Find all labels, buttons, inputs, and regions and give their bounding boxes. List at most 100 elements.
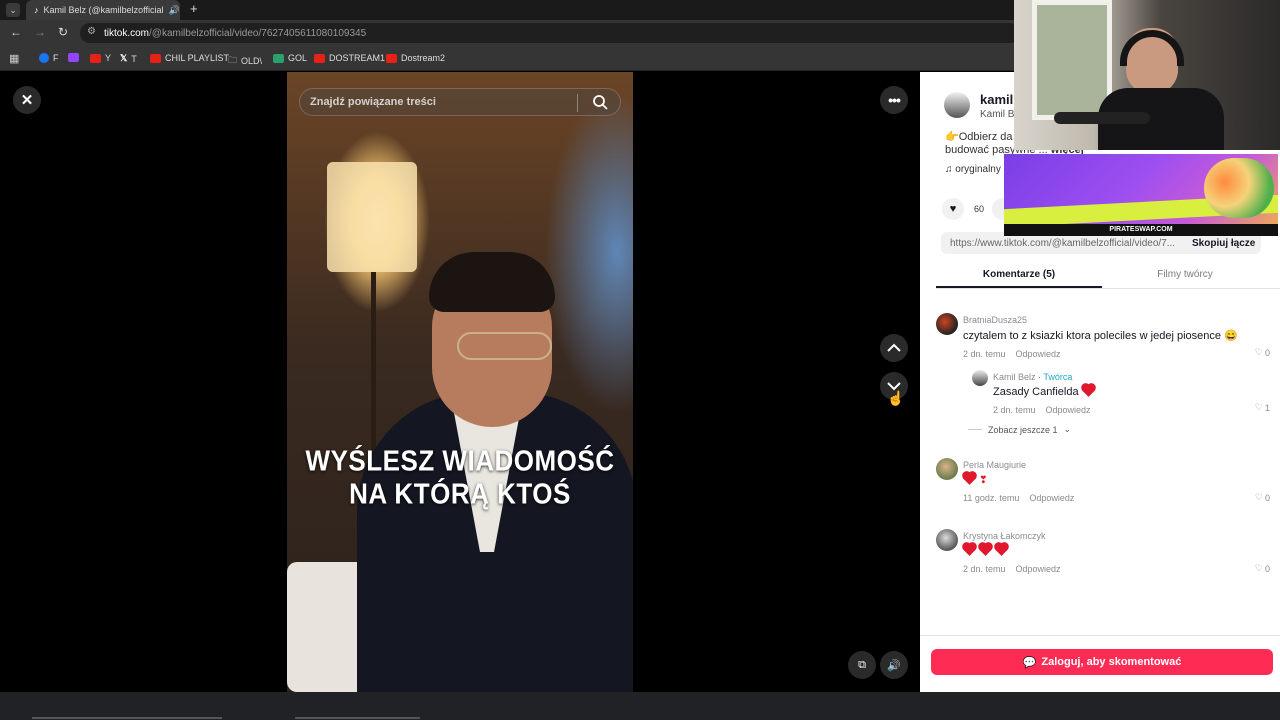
login-to-comment-button[interactable]: 💬 Zaloguj, aby skomentować [931,649,1273,675]
mouse-cursor-icon: ☝ [887,390,905,406]
comment-username[interactable]: BratniaDusza25 [963,315,1238,325]
volume-button[interactable]: 🔊 [880,651,908,679]
reply-button[interactable]: Odpowiedz [1016,349,1061,359]
floating-player-button[interactable]: ⧉ [848,651,876,679]
tab-comments[interactable]: Komentarze (5) [936,269,1102,280]
video-caption: WYŚLESZ WIADOMOŚĆ NA KTÓRĄ KTOŚ [287,444,633,510]
pin-emoji-icon: ❣ [979,475,988,486]
hand-emoji-icon: 👉 [945,131,959,143]
comment-bubble-icon: 💬 [1022,656,1037,669]
comment-item: Krystyna Łakomczyk 2 dn. temu Odpowiedz … [936,529,1280,579]
tab-creator-videos[interactable]: Filmy twórcy [1102,269,1268,280]
back-icon[interactable]: ← [10,25,22,39]
forward-icon[interactable]: → [34,25,46,39]
comment-text: Zasady Canfielda [993,384,1095,398]
bookmark-gol[interactable]: GOL [273,53,307,63]
window-frame [1032,0,1112,120]
person-hair [429,252,555,312]
comment-like-button[interactable]: ♡ 0 [1255,563,1270,574]
comment-time: 2 dn. temu [963,349,1006,359]
heart-outline-icon: ♡ [1254,492,1263,502]
avatar[interactable] [972,370,988,386]
youtube-icon [314,53,325,63]
url-path: /@kamilbelzofficial/video/76274056110801… [149,27,367,39]
bookmark-twitch[interactable] [68,53,79,62]
url-field[interactable]: ⚙ tiktok.com /@kamilbelzofficial/video/7… [80,23,1020,43]
search-divider [577,94,578,112]
tab-title: Kamil Belz (@kamilbelzofficial [43,5,164,15]
comment-time: 11 godz. temu [963,493,1020,503]
bookmark-dostream1[interactable]: DOSTREAM1 [314,53,385,63]
tab-list-icon[interactable]: ⌄ [6,3,20,17]
sound-link[interactable]: ♫ oryginalny [945,164,1001,175]
browser-tab[interactable]: ♪ Kamil Belz (@kamilbelzofficial 🔊 ✕ [26,0,180,20]
video-stage: ✕ Znajdź powiązane treści WYŚLESZ WIADOM… [0,72,920,692]
see-more-replies[interactable]: Zobacz jeszcze 1 ⌄ [968,424,1071,435]
bookmark-f[interactable]: F [39,53,59,63]
avatar[interactable] [936,458,958,480]
apps-grid-icon[interactable]: ▦ [9,52,19,65]
divider-line [968,429,982,430]
new-tab-button[interactable]: + [190,1,198,16]
comment-username[interactable]: Kamil Belz [993,372,1036,382]
bookmark-dostream2[interactable]: Dostream2 [386,53,445,63]
heart-emoji-icon [1081,384,1095,397]
reply-button[interactable]: Odpowiedz [1029,493,1074,503]
close-video-button[interactable]: ✕ [13,86,41,114]
like-button[interactable]: ♥ 60 [942,198,984,220]
comment-like-button[interactable]: ♡ 1 [1255,402,1270,413]
comment-username[interactable]: Krystyna Łakomczyk [963,531,1061,541]
ad-footer: PIRATESWAP.COM [1004,224,1278,236]
folder-icon: 🗀 [228,55,238,65]
reply-button[interactable]: Odpowiedz [1046,405,1091,415]
avatar[interactable] [936,313,958,335]
related-search-bar[interactable]: Znajdź powiązane treści [299,88,621,116]
copy-link-button[interactable]: Skopiuj łącze [1192,238,1255,249]
bottom-divider [920,635,1280,636]
site-info-icon[interactable]: ⚙ [87,26,96,37]
more-dots-icon: ••• [888,92,901,108]
headphones [1120,30,1184,66]
music-note-icon: ♫ [945,164,953,175]
comment-time: 2 dn. temu [963,564,1006,574]
volume-icon: 🔊 [887,659,901,672]
ad-flowers [1204,158,1274,218]
person-glasses [457,332,552,360]
bookmark-y[interactable]: Y [90,53,111,63]
avatar[interactable] [936,529,958,551]
caption-line-1: WYŚLESZ WIADOMOŚĆ [305,444,615,477]
chevron-down-icon: ⌄ [1063,424,1072,434]
tab-divider [936,288,1280,289]
os-taskbar [0,692,1280,720]
bookmark-chil-playlist[interactable]: CHIL PLAYLIST [150,53,229,63]
facebook-icon [39,53,49,63]
heart-emoji-icon [963,472,976,485]
video-player[interactable]: Znajdź powiązane treści WYŚLESZ WIADOMOŚ… [287,72,633,692]
heart-outline-icon: ♡ [1254,347,1263,357]
comment-time: 2 dn. temu [993,405,1036,415]
comment-item: BratniaDusza25 czytalem to z ksiazki kto… [936,313,1280,363]
ad-text: PIRATESWAP.COM [1109,226,1173,233]
comment-like-button[interactable]: ♡ 0 [1255,492,1270,503]
bookmark-old[interactable]: 🗀 OLD\ [228,53,262,69]
share-url: https://www.tiktok.com/@kamilbelzofficia… [950,237,1176,249]
previous-video-button[interactable] [880,334,908,362]
reload-icon[interactable]: ↻ [58,25,68,39]
x-icon: 𝕏 [120,53,128,63]
heart-outline-icon: ♡ [1254,563,1263,573]
comment-username[interactable]: Perla Maugiurie [963,460,1074,470]
reply-button[interactable]: Odpowiedz [1016,564,1061,574]
taskbar-indicator [32,717,222,719]
bookmark-t[interactable]: 𝕏T [120,53,137,64]
close-icon: ✕ [20,92,34,109]
comment-item: Perla Maugiurie ❣ 11 godz. temu Odpowied… [936,458,1280,508]
comment-like-button[interactable]: ♡ 0 [1255,347,1270,358]
taskbar-indicator [295,717,420,719]
lamp-shade [327,162,417,272]
heart-outline-icon: ♡ [1254,402,1263,412]
search-icon[interactable] [592,94,608,110]
gol-icon [273,53,284,63]
heart-emoji-icon [995,543,1008,556]
author-avatar[interactable] [944,92,970,118]
more-options-button[interactable]: ••• [880,86,908,114]
